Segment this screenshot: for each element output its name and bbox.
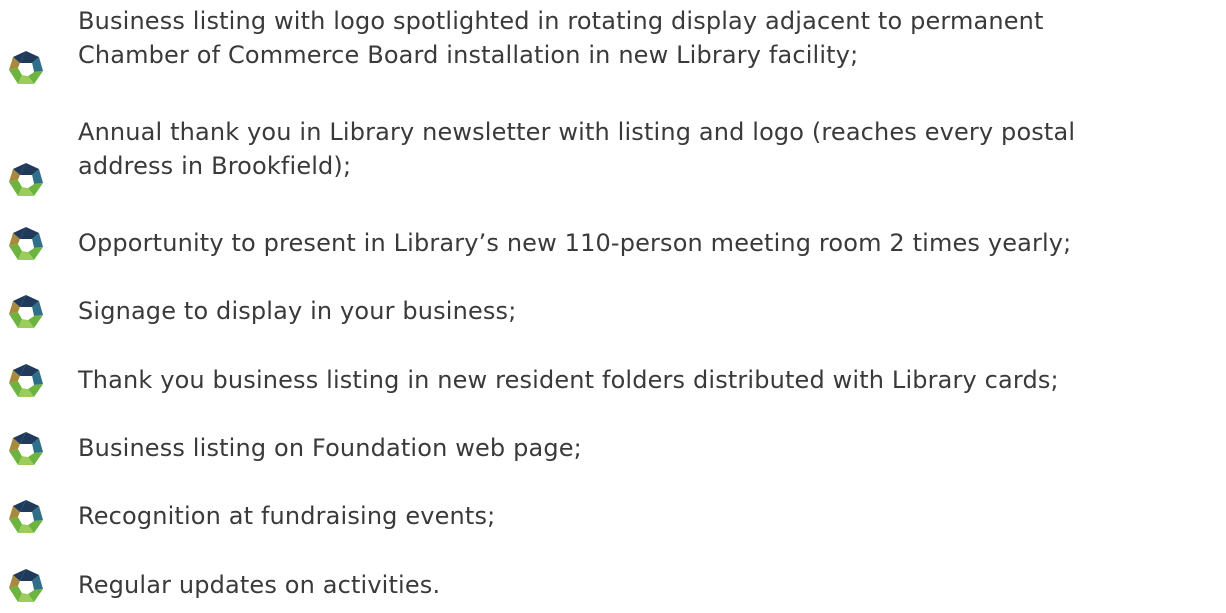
- benefit-line: Opportunity to present in Library’s new …: [78, 229, 1072, 257]
- benefit-line: Business listing with logo spotlighted i…: [78, 7, 1044, 35]
- benefit-line: Regular updates on activities.: [78, 571, 441, 599]
- benefit-text: Opportunity to present in Library’s new …: [78, 226, 1071, 260]
- benefit-line: Signage to display in your business;: [78, 297, 517, 325]
- aperture-icon: [6, 566, 46, 606]
- benefits-list: Business listing with logo spotlighted i…: [0, 0, 1226, 613]
- benefit-line: address in Brookfield);: [78, 152, 352, 180]
- benefit-text: Signage to display in your business;: [78, 294, 516, 328]
- benefit-line: Business listing on Foundation web page;: [78, 434, 582, 462]
- benefit-line: Thank you business listing in new reside…: [78, 366, 1059, 394]
- benefit-line: Recognition at fundraising events;: [78, 502, 496, 530]
- benefit-text: Recognition at fundraising events;: [78, 499, 495, 533]
- aperture-icon: [6, 160, 46, 200]
- aperture-icon: [6, 292, 46, 332]
- benefit-text: Regular updates on activities.: [78, 568, 440, 602]
- benefit-text: Business listing on Foundation web page;: [78, 431, 582, 465]
- benefit-text: Annual thank you in Library newsletter w…: [78, 115, 1075, 183]
- aperture-icon: [6, 361, 46, 401]
- benefit-text: Thank you business listing in new reside…: [78, 363, 1059, 397]
- aperture-icon: [6, 224, 46, 264]
- aperture-icon: [6, 429, 46, 469]
- benefit-line: Annual thank you in Library newsletter w…: [78, 118, 1076, 146]
- benefit-text: Business listing with logo spotlighted i…: [78, 4, 1044, 72]
- aperture-icon: [6, 48, 46, 88]
- benefit-line: Chamber of Commerce Board installation i…: [78, 41, 859, 69]
- aperture-icon: [6, 497, 46, 537]
